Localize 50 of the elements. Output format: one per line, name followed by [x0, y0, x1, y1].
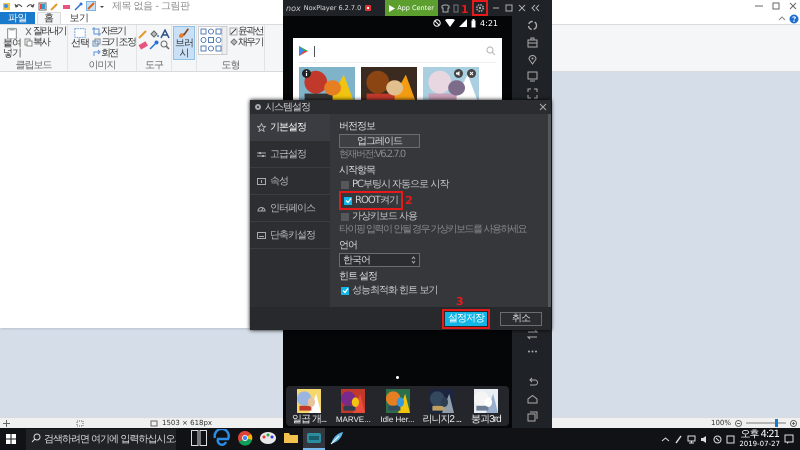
group-label: 이미지: [87, 60, 116, 71]
dialog-title: 시스템설정: [265, 102, 310, 112]
callout-number: 3: [456, 296, 464, 308]
app-label[interactable]: MARVE...: [336, 414, 371, 425]
search-field[interactable]: 검색하려면 여기에 입력하십시오.: [26, 428, 176, 450]
group-label: 도형: [220, 60, 240, 71]
fill-button[interactable]: 채우기: [229, 37, 263, 48]
brushes-button[interactable]: 브러시: [173, 26, 195, 60]
ribbon-tab[interactable]: 보기: [62, 12, 96, 24]
group-label: 도구: [144, 60, 164, 71]
callout-number: 1: [460, 4, 469, 16]
paste-button[interactable]: 붙여넣기: [1, 26, 23, 60]
rotate-button[interactable]: 회전: [92, 48, 135, 59]
clock-time: 오후 4:21: [740, 430, 779, 440]
copy-button[interactable]: 복사: [24, 37, 66, 48]
outline-button[interactable]: 윤곽선: [229, 26, 263, 37]
checkbox-label: PC부팅시 자동으로 시작: [352, 179, 448, 190]
window-title: 제목 없음 - 그림판: [112, 0, 190, 12]
settings-nav-item[interactable]: 속성: [250, 168, 330, 195]
app-label[interactable]: Idle Her...: [380, 414, 415, 425]
crop-button[interactable]: 자르기: [92, 26, 135, 37]
settings-nav-item[interactable]: 고급설정: [250, 141, 330, 168]
language-dropdown[interactable]: 한국어: [339, 253, 420, 267]
checkbox-label: 가상키보드 사용: [352, 211, 418, 222]
app-logo: nox: [286, 4, 301, 12]
file-menu-button[interactable]: 파일: [0, 12, 35, 24]
callout-number: 2: [405, 195, 413, 207]
settings-nav-item[interactable]: 기본설정: [250, 114, 330, 141]
app-label[interactable]: 붕괴3rd: [471, 414, 501, 425]
section-heading: 시작항목: [339, 165, 375, 176]
checkbox-label: ROOT켜기: [355, 195, 398, 206]
clock-time: 4:21: [480, 18, 498, 28]
section-heading: 버전정보: [339, 121, 375, 132]
ribbon-tab[interactable]: 홈: [37, 12, 60, 24]
settings-nav-item[interactable]: 인터페이스: [250, 195, 330, 222]
section-heading: 힌트 설정: [339, 271, 378, 282]
hint-text: 타이핑 입력이 안될 경우 가상키보드를 사용하세요: [339, 224, 526, 235]
app-label[interactable]: 일곱 개...: [292, 414, 326, 425]
select-button[interactable]: 선택: [68, 26, 91, 50]
hint-text: 현재버전:V6.2.7.0: [339, 149, 405, 160]
app-label[interactable]: 리니지2 ...: [422, 414, 462, 425]
cancel-button[interactable]: 취소: [500, 312, 542, 326]
cut-button[interactable]: 잘라내기: [24, 26, 66, 37]
checkbox-label: 성능최적화 힌트 보기: [352, 285, 438, 296]
resize-button[interactable]: 크기 조정: [92, 37, 135, 48]
upgrade-button[interactable]: 업그레이드: [339, 134, 420, 148]
dropdown-value: 한국어: [343, 254, 370, 266]
section-heading: 언어: [339, 240, 357, 251]
settings-nav-item[interactable]: 단축키설정: [250, 222, 330, 249]
group-label: 클립보드: [14, 60, 53, 71]
